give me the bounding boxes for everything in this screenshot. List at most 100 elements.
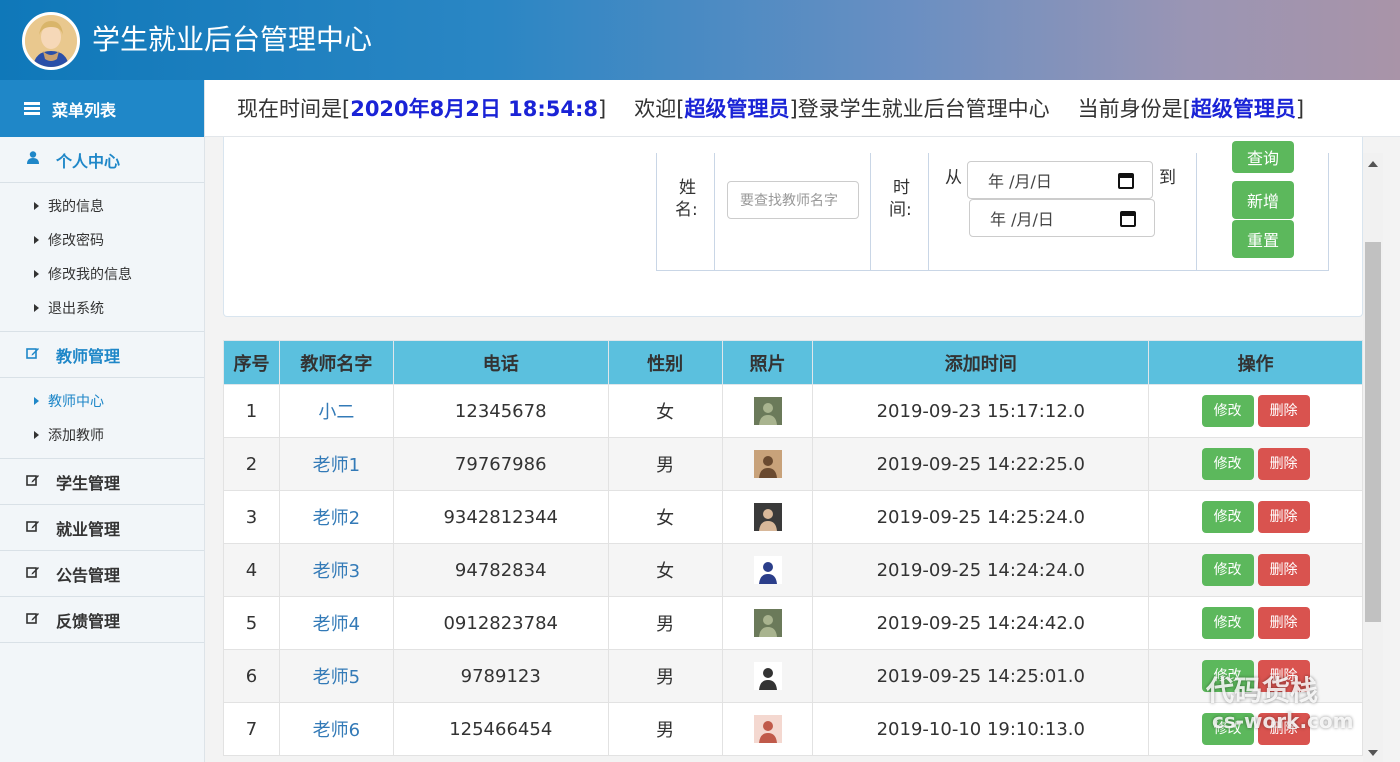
sidebar-item-change-password[interactable]: 修改密码 [0,223,204,257]
delete-button[interactable]: 删除 [1257,448,1310,480]
teacher-name-link[interactable]: 老师5 [278,649,394,703]
sidebar-item-logout[interactable]: 退出系统 [0,291,204,325]
list-icon [24,100,40,117]
user-icon [24,151,42,168]
added-time-cell: 2019-09-25 14:22:25.0 [812,437,1150,491]
sidebar-group-label: 反馈管理 [56,611,121,631]
row-index: 1 [223,384,280,438]
edit-icon [24,346,42,364]
teacher-name-link[interactable]: 老师6 [278,702,394,756]
sidebar: 菜单列表 个人中心 我的信息 修改密码 修改我的信息 退出系统 教师管理 教师中… [0,80,205,762]
teacher-table: 序号 教师名字 电话 性别 照片 添加时间 操作 1 小二 12345678 女 201… [223,340,1363,756]
edit-icon [24,611,42,629]
scrollbar[interactable] [1363,153,1383,762]
teacher-name-link[interactable]: 老师4 [278,596,394,650]
sidebar-item-teacher-center[interactable]: 教师中心 [0,384,204,418]
sidebar-item-label: 退出系统 [48,301,104,317]
column-header-teacher-name: 教师名字 [278,340,394,385]
gender-cell: 男 [607,596,723,650]
table-row: 6 老师5 9789123 男 2019-09-25 14:25:01.0 修改 删除 [223,649,1363,703]
table-row: 1 小二 12345678 女 2019-09-23 15:17:12.0 修改 删除 [223,384,1363,438]
add-button[interactable]: 新增 [1232,181,1294,219]
row-index: 6 [223,649,280,703]
phone-cell: 9342812344 [392,490,609,544]
sidebar-item-label: 修改我的信息 [48,267,132,283]
column-header-gender: 性别 [607,340,723,385]
caret-right-icon [34,431,39,439]
row-index: 2 [223,437,280,491]
teacher-photo [753,450,782,478]
actions-cell: 修改 删除 [1148,384,1363,438]
reset-button[interactable]: 重置 [1232,220,1294,258]
query-button[interactable]: 查询 [1232,141,1294,173]
sidebar-group-personal-center[interactable]: 个人中心 [0,137,204,183]
actions-cell: 修改 删除 [1148,543,1363,597]
phone-cell: 9789123 [392,649,609,703]
scroll-up-arrow-icon[interactable] [1368,161,1378,167]
sidebar-item-label: 修改密码 [48,233,104,249]
added-time-cell: 2019-09-25 14:25:24.0 [812,490,1150,544]
start-date-input[interactable]: 年 /月/日 [967,161,1153,199]
search-panel: 姓 名: 要查找教师名字 时 间: 从 年 /月/日 到 年 /月/日 查询 新… [223,137,1363,317]
sidebar-item-edit-my-info[interactable]: 修改我的信息 [0,257,204,291]
scroll-thumb[interactable] [1365,242,1381,622]
teacher-name-link[interactable]: 小二 [278,384,394,438]
from-label: 从 [945,168,962,188]
gender-cell: 男 [607,702,723,756]
caret-right-icon [34,236,39,244]
menu-title: 菜单列表 [52,100,117,120]
added-time-cell: 2019-10-10 19:10:13.0 [812,702,1150,756]
edit-button[interactable]: 修改 [1201,607,1254,639]
current-role: 当前身份是[超级管理员] [1077,97,1305,121]
edit-icon [24,519,42,537]
phone-cell: 12345678 [392,384,609,438]
end-date-input[interactable]: 年 /月/日 [969,199,1155,237]
delete-button[interactable]: 删除 [1257,554,1310,586]
phone-cell: 0912823784 [392,596,609,650]
calendar-icon [1118,173,1134,189]
edit-button[interactable]: 修改 [1201,501,1254,533]
teacher-name-link[interactable]: 老师3 [278,543,394,597]
delete-button[interactable]: 删除 [1257,395,1310,427]
edit-button[interactable]: 修改 [1201,554,1254,586]
photo-cell [721,649,814,703]
teacher-name-link[interactable]: 老师1 [278,437,394,491]
sidebar-group-label: 学生管理 [56,473,121,493]
sidebar-group-label: 就业管理 [56,519,121,539]
delete-button[interactable]: 删除 [1257,607,1310,639]
welcome-message: 欢迎[超级管理员]登录学生就业后台管理中心 [634,97,1050,121]
sidebar-group-announcement-management[interactable]: 公告管理 [0,551,204,597]
edit-button[interactable]: 修改 [1201,395,1254,427]
sidebar-group-employment-management[interactable]: 就业管理 [0,505,204,551]
to-label: 到 [1159,168,1176,188]
teacher-name-link[interactable]: 老师2 [278,490,394,544]
scroll-down-arrow-icon[interactable] [1368,750,1378,756]
menu-header[interactable]: 菜单列表 [0,80,204,137]
sidebar-group-feedback-management[interactable]: 反馈管理 [0,597,204,643]
teacher-name-search-input[interactable]: 要查找教师名字 [727,181,859,219]
edit-button[interactable]: 修改 [1201,448,1254,480]
added-time-cell: 2019-09-25 14:24:42.0 [812,596,1150,650]
name-input-cell: 要查找教师名字 [715,153,871,270]
search-form: 姓 名: 要查找教师名字 时 间: 从 年 /月/日 到 年 /月/日 查询 新… [656,141,1329,271]
caret-right-icon [34,270,39,278]
teacher-photo [753,609,782,637]
delete-button[interactable]: 删除 [1257,501,1310,533]
gender-cell: 男 [607,649,723,703]
status-bar: 现在时间是[2020年8月2日 18:54:8] 欢迎[超级管理员]登录学生就业… [205,80,1400,137]
sidebar-group-teacher-management[interactable]: 教师管理 [0,332,204,378]
sidebar-group-student-management[interactable]: 学生管理 [0,459,204,505]
teacher-photo [753,556,782,584]
current-time: 现在时间是[2020年8月2日 18:54:8] [237,97,607,121]
sidebar-item-add-teacher[interactable]: 添加教师 [0,418,204,452]
sidebar-sublist-teacher: 教师中心 添加教师 [0,378,204,459]
caret-right-icon [34,202,39,210]
time-label: 时 间: [889,178,912,220]
name-label-cell: 姓 名: [657,153,715,270]
table-row: 4 老师3 94782834 女 2019-09-25 14:24:24.0 修改 删除 [223,543,1363,597]
column-header-phone: 电话 [392,340,609,385]
sidebar-item-label: 教师中心 [48,394,104,410]
main-content: 姓 名: 要查找教师名字 时 间: 从 年 /月/日 到 年 /月/日 查询 新… [205,137,1363,762]
sidebar-group-label: 公告管理 [56,565,121,585]
sidebar-item-my-info[interactable]: 我的信息 [0,189,204,223]
